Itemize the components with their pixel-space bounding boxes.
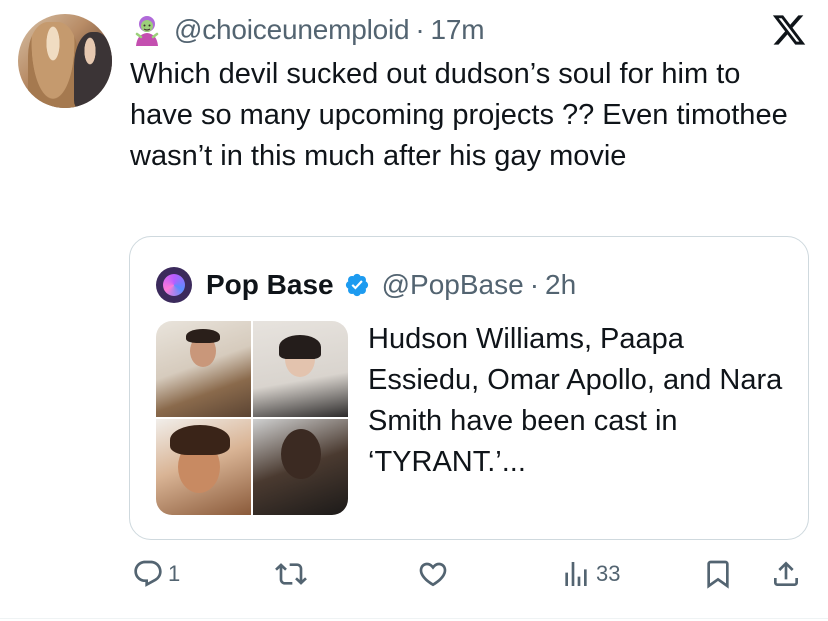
author-handle[interactable]: @choiceunemploid xyxy=(174,14,410,46)
media-photo-3[interactable] xyxy=(156,419,251,515)
like-button[interactable] xyxy=(417,558,453,590)
quoted-separator-dot: · xyxy=(529,269,540,300)
quoted-display-name[interactable]: Pop Base xyxy=(206,269,334,301)
quoted-avatar[interactable] xyxy=(156,267,192,303)
media-grid[interactable] xyxy=(156,321,348,515)
avatar-figure-right xyxy=(74,32,112,108)
photo-hair xyxy=(279,335,321,359)
quoted-time[interactable]: 2h xyxy=(545,269,576,301)
quoted-tweet[interactable]: Pop Base @PopBase · 2h Hudson Williams, … xyxy=(129,236,809,540)
views-button[interactable]: 33 xyxy=(560,558,620,590)
photo-face xyxy=(281,429,321,479)
separator-dot: · xyxy=(415,14,425,45)
zombie-woman-emoji-icon xyxy=(135,16,159,46)
divider xyxy=(0,618,828,619)
photo-hair xyxy=(170,425,230,455)
tweet-text: Which devil sucked out dudson’s soul for… xyxy=(130,58,796,172)
bookmark-icon xyxy=(707,560,729,589)
tweet-actions-bar: 1 33 xyxy=(0,554,828,598)
heart-icon xyxy=(419,562,447,587)
verified-badge-icon xyxy=(345,273,368,297)
author-avatar[interactable] xyxy=(18,14,112,108)
bookmark-button[interactable] xyxy=(702,558,734,590)
share-button[interactable] xyxy=(770,558,802,590)
views-count: 33 xyxy=(596,561,621,586)
avatar-figure-left xyxy=(28,22,78,108)
reply-count: 1 xyxy=(168,561,181,586)
tweet-header: @choiceunemploid · 17m xyxy=(130,12,485,48)
quoted-handle[interactable]: @PopBase xyxy=(382,269,524,301)
pop-base-logo-icon xyxy=(163,274,185,296)
retweet-button[interactable] xyxy=(275,558,311,590)
reply-button[interactable]: 1 xyxy=(132,558,180,590)
photo-hair xyxy=(186,329,220,343)
views-chart-icon xyxy=(565,562,587,586)
x-logo-icon[interactable] xyxy=(771,12,807,48)
quoted-tweet-header: Pop Base @PopBase · 2h xyxy=(156,265,576,305)
tweet-time[interactable]: 17m xyxy=(431,14,485,46)
quoted-tweet-text: Hudson Williams, Paapa Essiedu, Omar Apo… xyxy=(368,323,783,478)
reply-icon xyxy=(134,560,162,587)
media-photo-2[interactable] xyxy=(253,321,348,417)
retweet-icon xyxy=(275,563,307,585)
media-photo-1[interactable] xyxy=(156,321,251,417)
media-photo-4[interactable] xyxy=(253,419,348,515)
share-icon xyxy=(774,561,798,586)
